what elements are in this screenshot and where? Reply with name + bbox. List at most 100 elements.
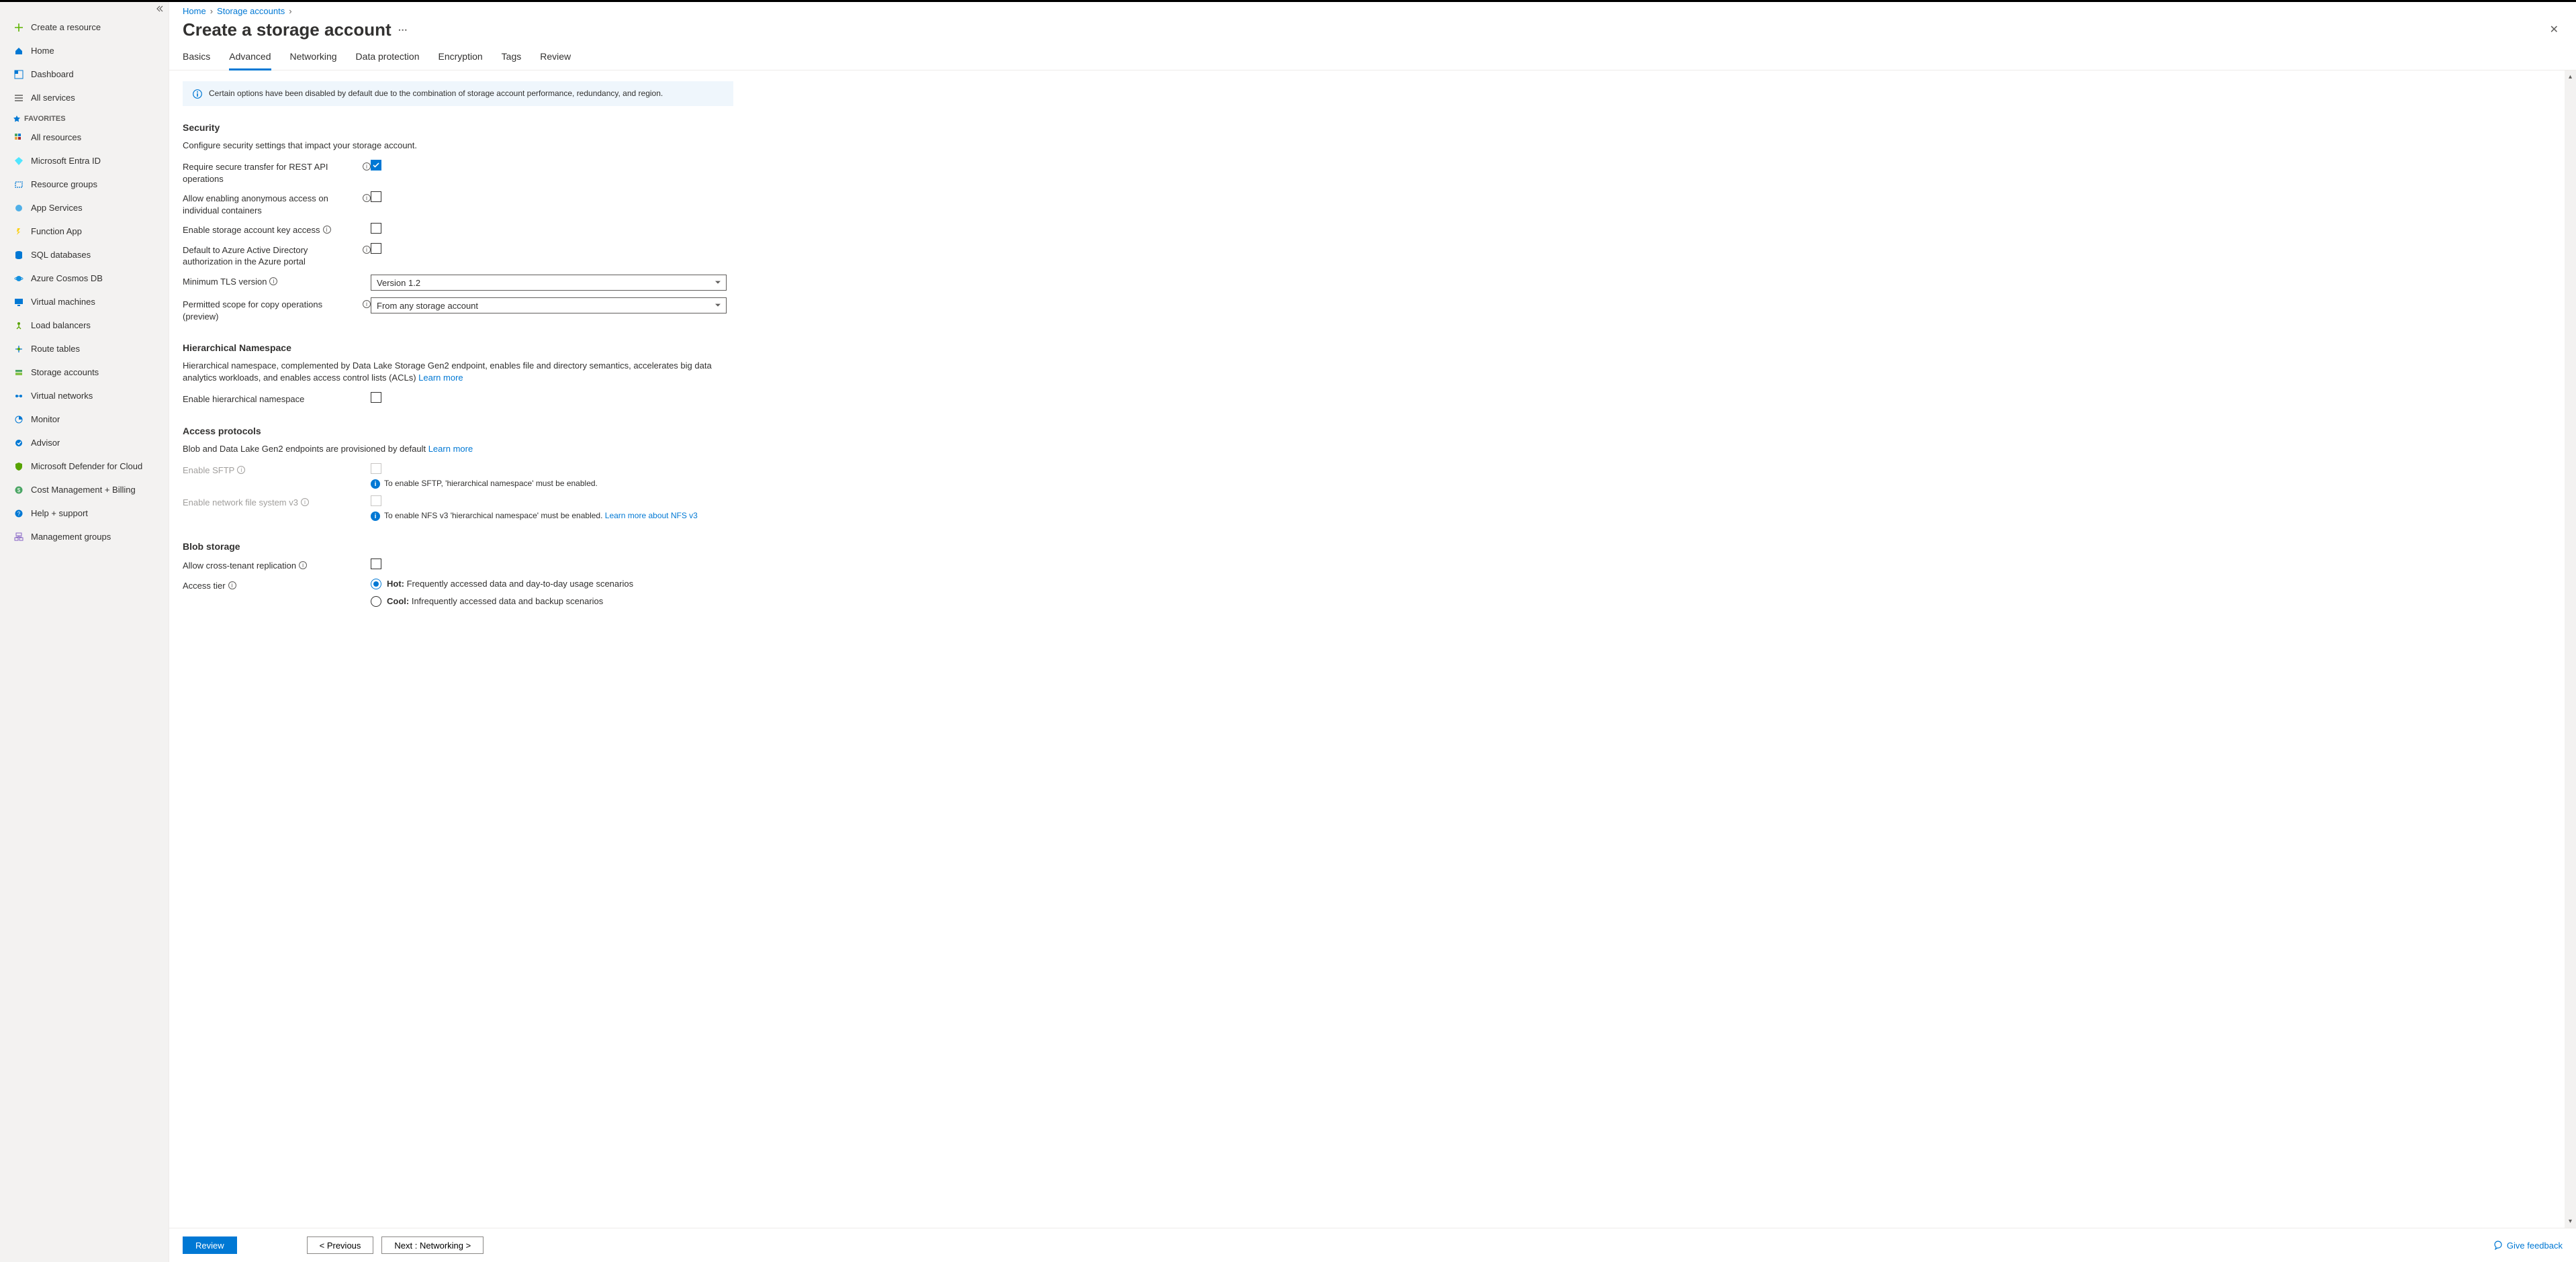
scroll-up-arrow-icon[interactable]: ▴ [2569,73,2572,81]
tab-tags[interactable]: Tags [502,46,522,70]
tab-advanced[interactable]: Advanced [229,46,271,70]
previous-button[interactable]: < Previous [307,1236,374,1254]
sidebar-item-storage-accounts[interactable]: Storage accounts [0,360,169,384]
section-security-heading: Security [183,122,2563,133]
tab-encryption[interactable]: Encryption [439,46,483,70]
sidebar-item-azure-cosmos-db[interactable]: Azure Cosmos DB [0,266,169,290]
sidebar-item-microsoft-defender-for-cloud[interactable]: Microsoft Defender for Cloud [0,454,169,478]
nfs-learn-more-link[interactable]: Learn more about NFS v3 [605,511,698,520]
service-icon [13,461,24,472]
breadcrumb-home[interactable]: Home [183,6,206,16]
sidebar-item-home[interactable]: Home [0,39,169,62]
info-icon[interactable]: i [237,466,245,474]
page-header: Create a storage account ⋯ ✕ [169,16,2576,46]
sidebar-item-dashboard[interactable]: Dashboard [0,62,169,86]
sidebar-item-app-services[interactable]: App Services [0,196,169,220]
info-icon[interactable]: i [363,162,371,171]
section-security-desc: Configure security settings that impact … [183,140,733,152]
checkbox-anon-access[interactable] [371,191,381,202]
service-icon [13,132,24,143]
radio-hot[interactable] [371,579,381,589]
info-icon[interactable]: i [269,277,277,285]
sidebar-item-label: Azure Cosmos DB [31,273,103,283]
radio-hot-row[interactable]: Hot: Frequently accessed data and day-to… [371,579,733,589]
scroll-down-arrow-icon[interactable]: ▾ [2569,1218,2572,1225]
next-button[interactable]: Next : Networking > [381,1236,484,1254]
select-min-tls[interactable]: Version 1.2 [371,275,727,291]
info-icon[interactable]: i [363,246,371,254]
service-icon [13,532,24,542]
sidebar-item-label: Cost Management + Billing [31,485,136,495]
breadcrumb-storage-accounts[interactable]: Storage accounts [217,6,285,16]
row-min-tls: Minimum TLS versioni Version 1.2 [183,275,733,291]
sidebar-item-label: Advisor [31,438,60,448]
info-icon[interactable]: i [363,300,371,308]
breadcrumb: Home › Storage accounts › [169,2,2576,16]
feedback-label: Give feedback [2507,1241,2563,1251]
sidebar-item-label: Microsoft Entra ID [31,156,101,166]
sidebar-item-microsoft-entra-id[interactable]: Microsoft Entra ID [0,149,169,173]
sidebar-item-all-services[interactable]: All services [0,86,169,109]
info-icon[interactable]: i [301,498,309,506]
sidebar-item-resource-groups[interactable]: Resource groups [0,173,169,196]
info-icon[interactable]: i [323,226,331,234]
sidebar-item-function-app[interactable]: Function App [0,220,169,243]
service-icon [13,367,24,378]
sidebar-item-advisor[interactable]: Advisor [0,431,169,454]
label-secure-transfer: Require secure transfer for REST API ope… [183,161,360,185]
checkbox-key-access[interactable] [371,223,381,234]
select-copy-scope[interactable]: From any storage account [371,297,727,313]
sidebar-item-virtual-networks[interactable]: Virtual networks [0,384,169,407]
info-icon[interactable]: i [363,194,371,202]
access-learn-more-link[interactable]: Learn more [428,444,473,454]
sidebar-item-all-resources[interactable]: All resources [0,126,169,149]
sidebar-item-management-groups[interactable]: Management groups [0,525,169,548]
service-icon [13,414,24,425]
row-hns: Enable hierarchical namespace [183,392,733,405]
sidebar-item-label: Management groups [31,532,111,542]
service-icon [13,297,24,307]
info-icon: i [371,479,380,489]
checkbox-aad-default[interactable] [371,243,381,254]
sidebar-item-sql-databases[interactable]: SQL databases [0,243,169,266]
info-icon[interactable]: i [228,581,236,589]
checkbox-secure-transfer[interactable] [371,160,381,171]
review-button[interactable]: Review [183,1236,237,1254]
hns-learn-more-link[interactable]: Learn more [418,373,463,383]
sidebar-collapse-toggle[interactable] [0,2,169,15]
home-icon [13,46,24,56]
sftp-hint: iTo enable SFTP, 'hierarchical namespace… [371,479,733,489]
service-icon [13,250,24,260]
sidebar-item-monitor[interactable]: Monitor [0,407,169,431]
tab-basics[interactable]: Basics [183,46,210,70]
tab-networking[interactable]: Networking [290,46,337,70]
footer-left: Review < Previous Next : Networking > [183,1236,484,1254]
sidebar-item-create-resource[interactable]: Create a resource [0,15,169,39]
give-feedback-link[interactable]: Give feedback [2493,1241,2563,1251]
page-more-button[interactable]: ⋯ [398,24,408,36]
tab-data-protection[interactable]: Data protection [356,46,420,70]
service-icon [13,344,24,354]
info-icon[interactable]: i [299,561,307,569]
page-title: Create a storage account [183,19,392,40]
row-anon-access: Allow enabling anonymous access on indiv… [183,191,733,216]
sidebar-item-virtual-machines[interactable]: Virtual machines [0,290,169,313]
close-blade-button[interactable]: ✕ [2546,19,2563,40]
sidebar-item-help-support[interactable]: ?Help + support [0,501,169,525]
star-icon [13,115,20,122]
sidebar-item-label: All services [31,93,75,103]
tab-review[interactable]: Review [540,46,571,70]
wizard-tabs: Basics Advanced Networking Data protection E… [169,46,2576,70]
section-hns-heading: Hierarchical Namespace [183,342,2563,353]
radio-cool-row[interactable]: Cool: Infrequently accessed data and bac… [371,596,733,607]
label-anon-access: Allow enabling anonymous access on indiv… [183,193,360,216]
radio-cool[interactable] [371,596,381,607]
wizard-footer: Review < Previous Next : Networking > Gi… [169,1228,2576,1262]
checkbox-hns[interactable] [371,392,381,403]
sidebar-item-load-balancers[interactable]: Load balancers [0,313,169,337]
sidebar-item-cost-management-billing[interactable]: $Cost Management + Billing [0,478,169,501]
row-aad-default: Default to Azure Active Directory author… [183,243,733,268]
sidebar-item-route-tables[interactable]: Route tables [0,337,169,360]
checkbox-cross-tenant[interactable] [371,559,381,569]
scroll-rail[interactable]: ▴ ▾ [2565,70,2576,1228]
